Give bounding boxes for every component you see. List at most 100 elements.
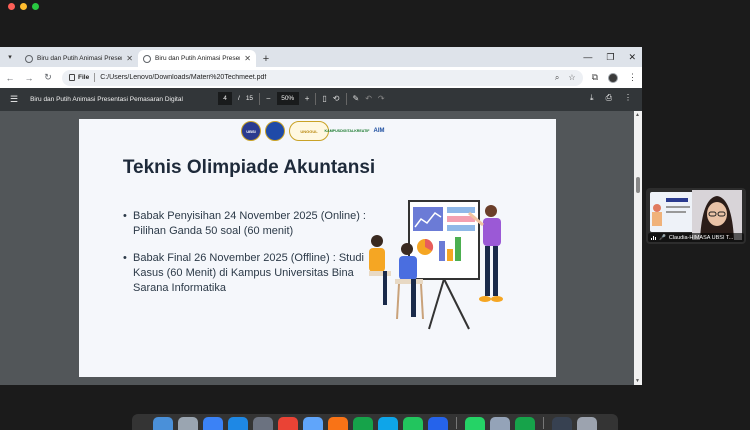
mic-icon: 🎤 <box>659 234 666 241</box>
safari-icon[interactable] <box>203 417 223 430</box>
tab-pdf-2[interactable]: Biru dan Putih Animasi Presentasi Pemasa… <box>138 50 256 67</box>
file-icon <box>69 74 75 81</box>
bullet-item: Babak Final 26 November 2025 (Offline) :… <box>123 251 383 296</box>
logo-row: UBSI UNGGUL KAMPUS DIGITAL KREATIF AIM <box>241 121 393 141</box>
participant-video-tile[interactable]: 🎤 Claudia-HIMASA UBSI T... <box>646 188 746 244</box>
bookmark-star-icon[interactable]: ☆ <box>568 73 575 83</box>
window-controls: — ❐ ✕ <box>583 49 636 65</box>
tab-label: Biru dan Putih Animasi Presentasi Pemasa… <box>37 55 122 62</box>
close-window-button[interactable] <box>8 3 15 10</box>
download-icon[interactable]: ⤓ <box>590 93 594 103</box>
audio-level-icon <box>651 235 656 240</box>
macos-dock <box>132 414 618 430</box>
tab-close-icon[interactable]: ✕ <box>126 54 133 63</box>
pdf-toolbar: ☰ Biru dan Putih Animasi Presentasi Pema… <box>0 88 642 111</box>
scrollbar-thumb[interactable] <box>636 177 640 193</box>
files-icon[interactable] <box>303 417 323 430</box>
zoom-level-input[interactable]: 50% <box>276 92 299 105</box>
divider <box>94 73 96 82</box>
chart-panel <box>413 207 443 231</box>
print-icon[interactable]: ⎙ <box>606 93 612 103</box>
page-number-input[interactable]: 4 <box>218 92 232 105</box>
extensions-icon[interactable]: ⧉ <box>592 72 598 83</box>
back-icon[interactable]: ← <box>5 73 15 83</box>
profile-avatar[interactable] <box>608 72 618 83</box>
preview-icon[interactable] <box>490 417 510 430</box>
total-pages: 15 <box>245 95 254 102</box>
dock-divider <box>456 417 457 429</box>
slide-title: Teknis Olimpiade Akuntansi <box>122 157 376 178</box>
zoom-icon[interactable] <box>428 417 448 430</box>
globe-icon <box>25 54 33 63</box>
browser-window: ▾ Biru dan Putih Animasi Presentasi Pema… <box>0 47 642 385</box>
divider <box>315 92 317 105</box>
pdf-document-title: Biru dan Putih Animasi Presentasi Pemasa… <box>30 96 183 103</box>
tab-strip: ▾ Biru dan Putih Animasi Presentasi Pema… <box>0 47 642 67</box>
more-menu-icon[interactable]: ⋮ <box>628 72 637 83</box>
page-separator: / <box>238 95 240 102</box>
address-bar[interactable]: File C:/Users/Lenovo/Downloads/Materi%20… <box>62 69 583 86</box>
downloads-folder-icon[interactable] <box>552 417 572 430</box>
undo-icon[interactable]: ↶ <box>365 94 372 103</box>
scroll-up-icon[interactable]: ▲ <box>635 112 640 118</box>
dock-divider <box>543 417 544 429</box>
divider <box>259 92 261 105</box>
launchpad-icon[interactable] <box>178 417 198 430</box>
presentation-illustration <box>369 200 503 330</box>
participant-name-bar: 🎤 Claudia-HIMASA UBSI T... <box>648 233 744 242</box>
minimize-window-button[interactable] <box>20 3 27 10</box>
drive-icon[interactable] <box>403 417 423 430</box>
site-info-chip[interactable]: File <box>69 74 89 81</box>
accreditation-logo: UNGGUL <box>289 121 329 141</box>
aim-logo: AIM <box>373 128 385 134</box>
reload-icon[interactable]: ↻ <box>43 72 53 83</box>
forward-icon[interactable]: → <box>24 73 34 83</box>
tab-label: Biru dan Putih Animasi Presentasi Pemasa… <box>155 55 240 62</box>
audience-figure-1 <box>369 248 385 272</box>
system-settings-icon[interactable] <box>253 417 273 430</box>
shared-slide-thumbnail <box>650 192 694 232</box>
window-traffic-lights <box>8 3 39 10</box>
url-text[interactable]: C:/Users/Lenovo/Downloads/Materi%20Techm… <box>100 74 550 81</box>
minimize-icon[interactable]: — <box>583 52 592 62</box>
photos-icon[interactable] <box>328 417 348 430</box>
close-icon[interactable]: ✕ <box>628 52 636 63</box>
tab-search-icon[interactable]: ▾ <box>0 47 20 67</box>
university-logo: UBSI <box>241 121 261 141</box>
scroll-down-icon[interactable]: ▼ <box>635 378 640 384</box>
trash-icon[interactable] <box>577 417 597 430</box>
bullet-item: Babak Penyisihan 24 November 2025 (Onlin… <box>123 209 383 239</box>
sheets-icon[interactable] <box>353 417 373 430</box>
tab-pdf-1[interactable]: Biru dan Putih Animasi Presentasi Pemasa… <box>20 50 138 67</box>
finder-icon[interactable] <box>153 417 173 430</box>
zoom-out-icon[interactable]: − <box>266 94 271 103</box>
tab-close-icon[interactable]: ✕ <box>244 54 251 63</box>
app-store-icon[interactable] <box>228 417 248 430</box>
zoom-window-button[interactable] <box>32 3 39 10</box>
fit-page-icon[interactable]: ▯ <box>322 94 326 103</box>
pdf-scrollbar[interactable]: ▲ ▼ <box>634 111 642 385</box>
chrome-icon[interactable] <box>278 417 298 430</box>
redo-icon[interactable]: ↷ <box>378 94 385 103</box>
bullet-list: Babak Penyisihan 24 November 2025 (Onlin… <box>123 209 383 308</box>
browser-toolbar: ← → ↻ File C:/Users/Lenovo/Downloads/Mat… <box>0 67 642 88</box>
globe-icon <box>143 54 151 63</box>
numbers-icon[interactable] <box>515 417 535 430</box>
annotate-icon[interactable]: ✎ <box>353 94 360 103</box>
sidebar-menu-icon[interactable]: ☰ <box>10 94 18 105</box>
presenter-figure <box>483 218 501 246</box>
new-tab-button[interactable]: + <box>256 50 276 67</box>
restore-icon[interactable]: ❐ <box>606 52 614 63</box>
whatsapp-icon[interactable] <box>465 417 485 430</box>
teams-icon[interactable] <box>378 417 398 430</box>
divider <box>345 92 347 105</box>
audience-figure-2 <box>399 256 417 280</box>
zoom-in-icon[interactable]: + <box>305 94 310 103</box>
logo-line: KAMPUS <box>324 128 341 133</box>
pdf-page: UBSI UNGGUL KAMPUS DIGITAL KREATIF AIM T… <box>79 119 556 377</box>
scheme-label: File <box>78 74 90 81</box>
pdf-more-icon[interactable]: ⋮ <box>624 93 632 103</box>
logo-line: DIGITAL <box>340 128 355 133</box>
rotate-icon[interactable]: ⟲ <box>333 94 340 103</box>
zoom-lens-icon[interactable]: ⌕ <box>555 73 559 83</box>
